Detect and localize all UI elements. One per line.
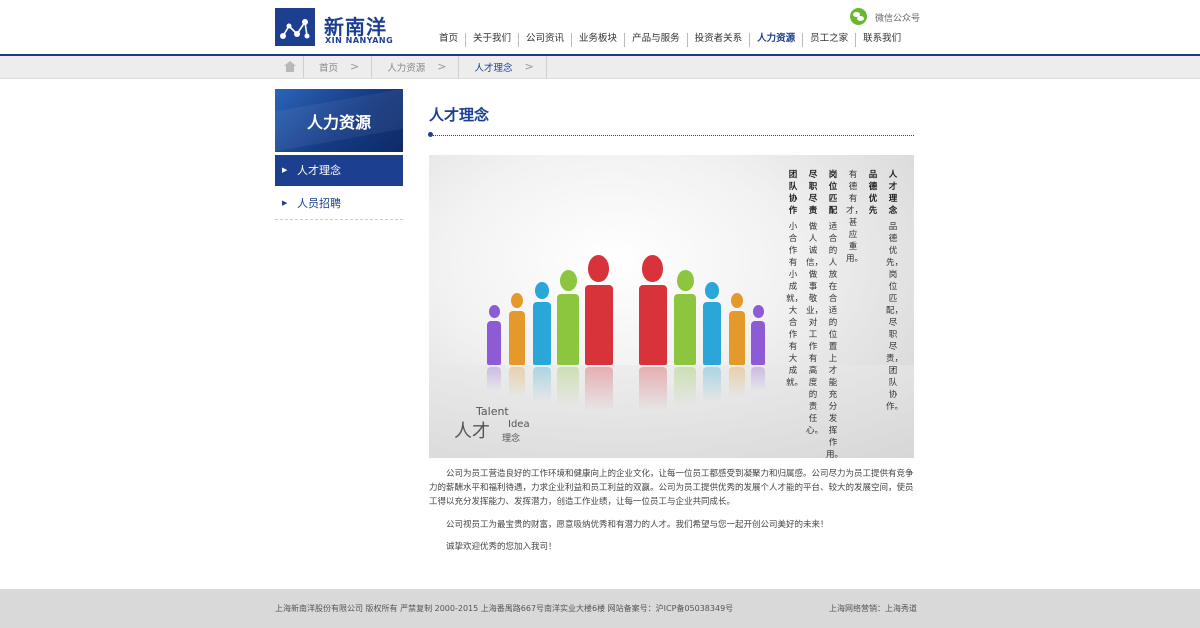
- sidebar-item-label: 人才理念: [297, 164, 341, 177]
- banner-column: 有德有才，甚应重用。: [846, 170, 864, 264]
- nav-item-contact[interactable]: 联系我们: [855, 33, 908, 47]
- banner-column: 适合的人放在合适的位置上才能充分发挥作用。: [826, 222, 844, 458]
- site-footer: 上海新南洋股份有限公司 版权所有 严禁复制 2000-2015 上海番禺路667…: [0, 589, 1200, 628]
- nav-item-about[interactable]: 关于我们: [465, 33, 518, 47]
- banner-column: 人才理念: [888, 170, 898, 216]
- nav-item-products[interactable]: 产品与服务: [624, 33, 687, 47]
- breadcrumb-item-current[interactable]: 人才理念: [459, 60, 524, 74]
- intro-paragraph: 公司为员工营造良好的工作环境和健康向上的企业文化，让每一位员工都感受到凝聚力和归…: [429, 469, 914, 507]
- sidebar-item-talent-idea[interactable]: ▶ 人才理念: [275, 155, 403, 186]
- banner-column: 品德优先，岗位匹配，尽职尽责，团队协作。: [886, 222, 904, 412]
- banner-column: 团队协作: [788, 170, 798, 216]
- banner-column: 岗位匹配: [828, 170, 838, 216]
- page-title: 人才理念: [429, 106, 490, 124]
- breadcrumb: 首页 > 人力资源 > 人才理念 >: [275, 56, 547, 78]
- banner-caption-cn-2: 理念: [502, 434, 521, 444]
- site-header: 新南洋 XIN NANYANG 微信公众号 首页 关于我们 公司资讯 业务板块 …: [0, 0, 1200, 56]
- intro-paragraph: 公司视员工为最宝贵的财富，愿意吸纳优秀和有潜力的人才。我们希望与您一起开创公司美…: [446, 520, 829, 530]
- breadcrumb-item-hr[interactable]: 人力资源: [372, 60, 437, 74]
- banner-column: 品德优先: [868, 170, 878, 216]
- sidebar-title: 人力资源: [306, 113, 371, 132]
- banner-column: 尽职尽责: [808, 170, 818, 216]
- logo[interactable]: 新南洋 XIN NANYANG: [275, 8, 415, 48]
- arrow-right-icon: ▶: [282, 166, 288, 174]
- banner-caption-cn-1: 人才: [454, 421, 490, 442]
- nav-item-staff[interactable]: 员工之家: [802, 33, 855, 47]
- chevron-right-icon: >: [437, 56, 460, 78]
- main-nav: 首页 关于我们 公司资讯 业务板块 产品与服务 投资者关系 人力资源 员工之家 …: [432, 33, 908, 47]
- breadcrumb-bar: 首页 > 人力资源 > 人才理念 >: [0, 56, 1200, 79]
- chevron-right-icon: >: [350, 56, 373, 78]
- nav-item-hr[interactable]: 人力资源: [749, 33, 802, 47]
- nav-item-home[interactable]: 首页: [432, 33, 465, 47]
- banner-caption-en-2: Idea: [508, 419, 530, 430]
- wechat-icon: [850, 8, 867, 25]
- banner-column: 小合作有小成就，大合作有大成就。: [786, 222, 804, 388]
- banner-column: 做人诚信，做事敬业，对工作有高度的责任心。: [806, 222, 824, 436]
- footer-copyright: 上海新南洋股份有限公司 版权所有 严禁复制 2000-2015 上海番禺路667…: [275, 604, 734, 613]
- logo-mark-icon: [275, 8, 315, 46]
- intro-paragraph: 诚挚欢迎优秀的您加入我司！: [446, 542, 557, 552]
- sidebar-item-label: 人员招聘: [297, 197, 341, 210]
- wechat-label: 微信公众号: [875, 14, 921, 24]
- arrow-right-icon: ▶: [282, 199, 288, 207]
- sidebar-title-banner: 人力资源: [275, 89, 403, 152]
- nav-item-news[interactable]: 公司资讯: [518, 33, 571, 47]
- footer-credit[interactable]: 上海网络营销：上海秀道: [829, 603, 917, 614]
- breadcrumb-item-home[interactable]: 首页: [304, 60, 350, 74]
- logo-text-en: XIN NANYANG: [325, 36, 394, 45]
- sidebar-item-recruitment[interactable]: ▶ 人员招聘: [275, 188, 403, 220]
- nav-item-business[interactable]: 业务板块: [571, 33, 624, 47]
- nav-item-investors[interactable]: 投资者关系: [686, 33, 750, 47]
- home-icon[interactable]: [275, 56, 304, 78]
- talent-idea-banner: Talent 人才 Idea 理念 人才理念 品德优先，岗位匹配，尽职尽责，团队…: [429, 155, 914, 458]
- title-divider: [429, 135, 914, 136]
- chevron-right-icon: >: [524, 56, 547, 78]
